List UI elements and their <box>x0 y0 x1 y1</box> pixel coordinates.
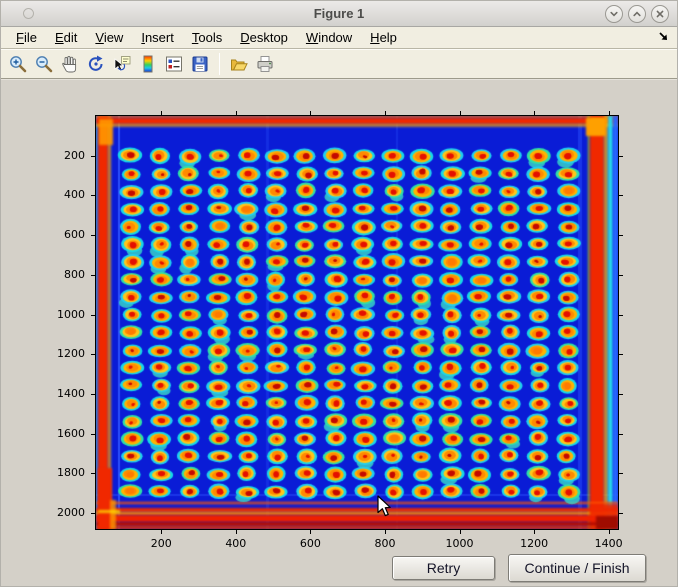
menu-bar: File Edit View Insert Tools Desktop Wind… <box>1 27 677 49</box>
y-tick-label: 1800 <box>1 466 85 479</box>
y-tick <box>91 275 96 276</box>
x-tick-label: 1000 <box>446 537 474 550</box>
x-tick <box>385 529 386 534</box>
menu-window[interactable]: Window <box>297 27 361 48</box>
menu-desktop[interactable]: Desktop <box>231 27 297 48</box>
zoom-out-button[interactable] <box>32 51 56 77</box>
y-tick-right <box>618 195 623 196</box>
y-tick-label: 2000 <box>1 506 85 519</box>
insert-legend-button[interactable] <box>162 51 186 77</box>
y-tick <box>91 235 96 236</box>
window-title: Figure 1 <box>1 6 677 21</box>
close-button[interactable] <box>651 5 669 23</box>
x-tick-top <box>310 111 311 116</box>
print-button[interactable] <box>253 51 277 77</box>
y-tick-label: 1200 <box>1 347 85 360</box>
x-tick <box>460 529 461 534</box>
y-tick-right <box>618 354 623 355</box>
y-tick-right <box>618 513 623 514</box>
colorbar-icon <box>138 54 158 74</box>
y-tick-right <box>618 156 623 157</box>
printer-icon <box>255 54 275 74</box>
x-tick-top <box>236 111 237 116</box>
y-tick-label: 200 <box>1 149 85 162</box>
y-tick <box>91 354 96 355</box>
rotate-3d-icon <box>86 54 106 74</box>
toolbar-separator <box>219 53 220 75</box>
x-tick-label: 1400 <box>595 537 623 550</box>
window-controls <box>605 5 669 23</box>
x-tick-top <box>534 111 535 116</box>
y-tick-right <box>618 235 623 236</box>
y-tick-label: 600 <box>1 228 85 241</box>
legend-icon <box>164 54 184 74</box>
x-tick-top <box>460 111 461 116</box>
menu-help[interactable]: Help <box>361 27 406 48</box>
x-tick-label: 800 <box>374 537 395 550</box>
x-tick <box>310 529 311 534</box>
y-tick-label: 400 <box>1 188 85 201</box>
continue-finish-button[interactable]: Continue / Finish <box>508 554 646 582</box>
y-tick-right <box>618 275 623 276</box>
menu-insert[interactable]: Insert <box>132 27 183 48</box>
open-folder-icon <box>229 54 249 74</box>
menu-view[interactable]: View <box>86 27 132 48</box>
data-cursor-button[interactable] <box>110 51 134 77</box>
y-tick-label: 1400 <box>1 387 85 400</box>
retry-button[interactable]: Retry <box>392 556 495 580</box>
maximize-button[interactable] <box>628 5 646 23</box>
insert-colorbar-button[interactable] <box>136 51 160 77</box>
dock-figure-icon[interactable] <box>657 30 671 44</box>
title-bar[interactable]: Figure 1 <box>1 1 677 27</box>
x-tick-label: 600 <box>300 537 321 550</box>
figure-canvas-area: Retry Continue / Finish 200 400 600 800 1000… <box>1 79 678 587</box>
y-tick-right <box>618 434 623 435</box>
toolbar <box>1 49 677 79</box>
window-menu-icon[interactable] <box>23 8 34 19</box>
save-button[interactable] <box>188 51 212 77</box>
pan-hand-icon <box>60 54 80 74</box>
close-icon <box>654 8 666 20</box>
x-tick-top <box>385 111 386 116</box>
y-tick <box>91 156 96 157</box>
menu-file[interactable]: File <box>7 27 46 48</box>
y-tick <box>91 394 96 395</box>
y-tick <box>91 195 96 196</box>
pan-button[interactable] <box>58 51 82 77</box>
y-tick-label: 1600 <box>1 427 85 440</box>
y-tick-right <box>618 394 623 395</box>
x-tick-label: 400 <box>225 537 246 550</box>
figure-window: Figure 1 File Edit View Insert Tools Des… <box>0 0 678 587</box>
y-tick <box>91 434 96 435</box>
chevron-up-icon <box>631 8 643 20</box>
y-tick-right <box>618 315 623 316</box>
zoom-in-icon <box>8 54 28 74</box>
x-tick-top <box>161 111 162 116</box>
heatmap-image[interactable] <box>96 116 618 529</box>
save-icon <box>190 54 210 74</box>
y-tick-label: 1000 <box>1 308 85 321</box>
rotate-3d-button[interactable] <box>84 51 108 77</box>
chevron-down-icon <box>608 8 620 20</box>
y-tick-label: 800 <box>1 268 85 281</box>
x-tick <box>609 529 610 534</box>
zoom-in-button[interactable] <box>6 51 30 77</box>
zoom-out-icon <box>34 54 54 74</box>
y-tick <box>91 513 96 514</box>
y-tick <box>91 473 96 474</box>
menu-edit[interactable]: Edit <box>46 27 86 48</box>
x-tick-label: 1200 <box>520 537 548 550</box>
plot-axes[interactable] <box>95 115 619 530</box>
x-tick <box>236 529 237 534</box>
x-tick <box>534 529 535 534</box>
y-tick <box>91 315 96 316</box>
x-tick-label: 200 <box>151 537 172 550</box>
open-file-button[interactable] <box>227 51 251 77</box>
x-tick-top <box>609 111 610 116</box>
y-tick-right <box>618 473 623 474</box>
shade-button[interactable] <box>605 5 623 23</box>
data-cursor-icon <box>112 54 132 74</box>
x-tick <box>161 529 162 534</box>
menu-tools[interactable]: Tools <box>183 27 231 48</box>
